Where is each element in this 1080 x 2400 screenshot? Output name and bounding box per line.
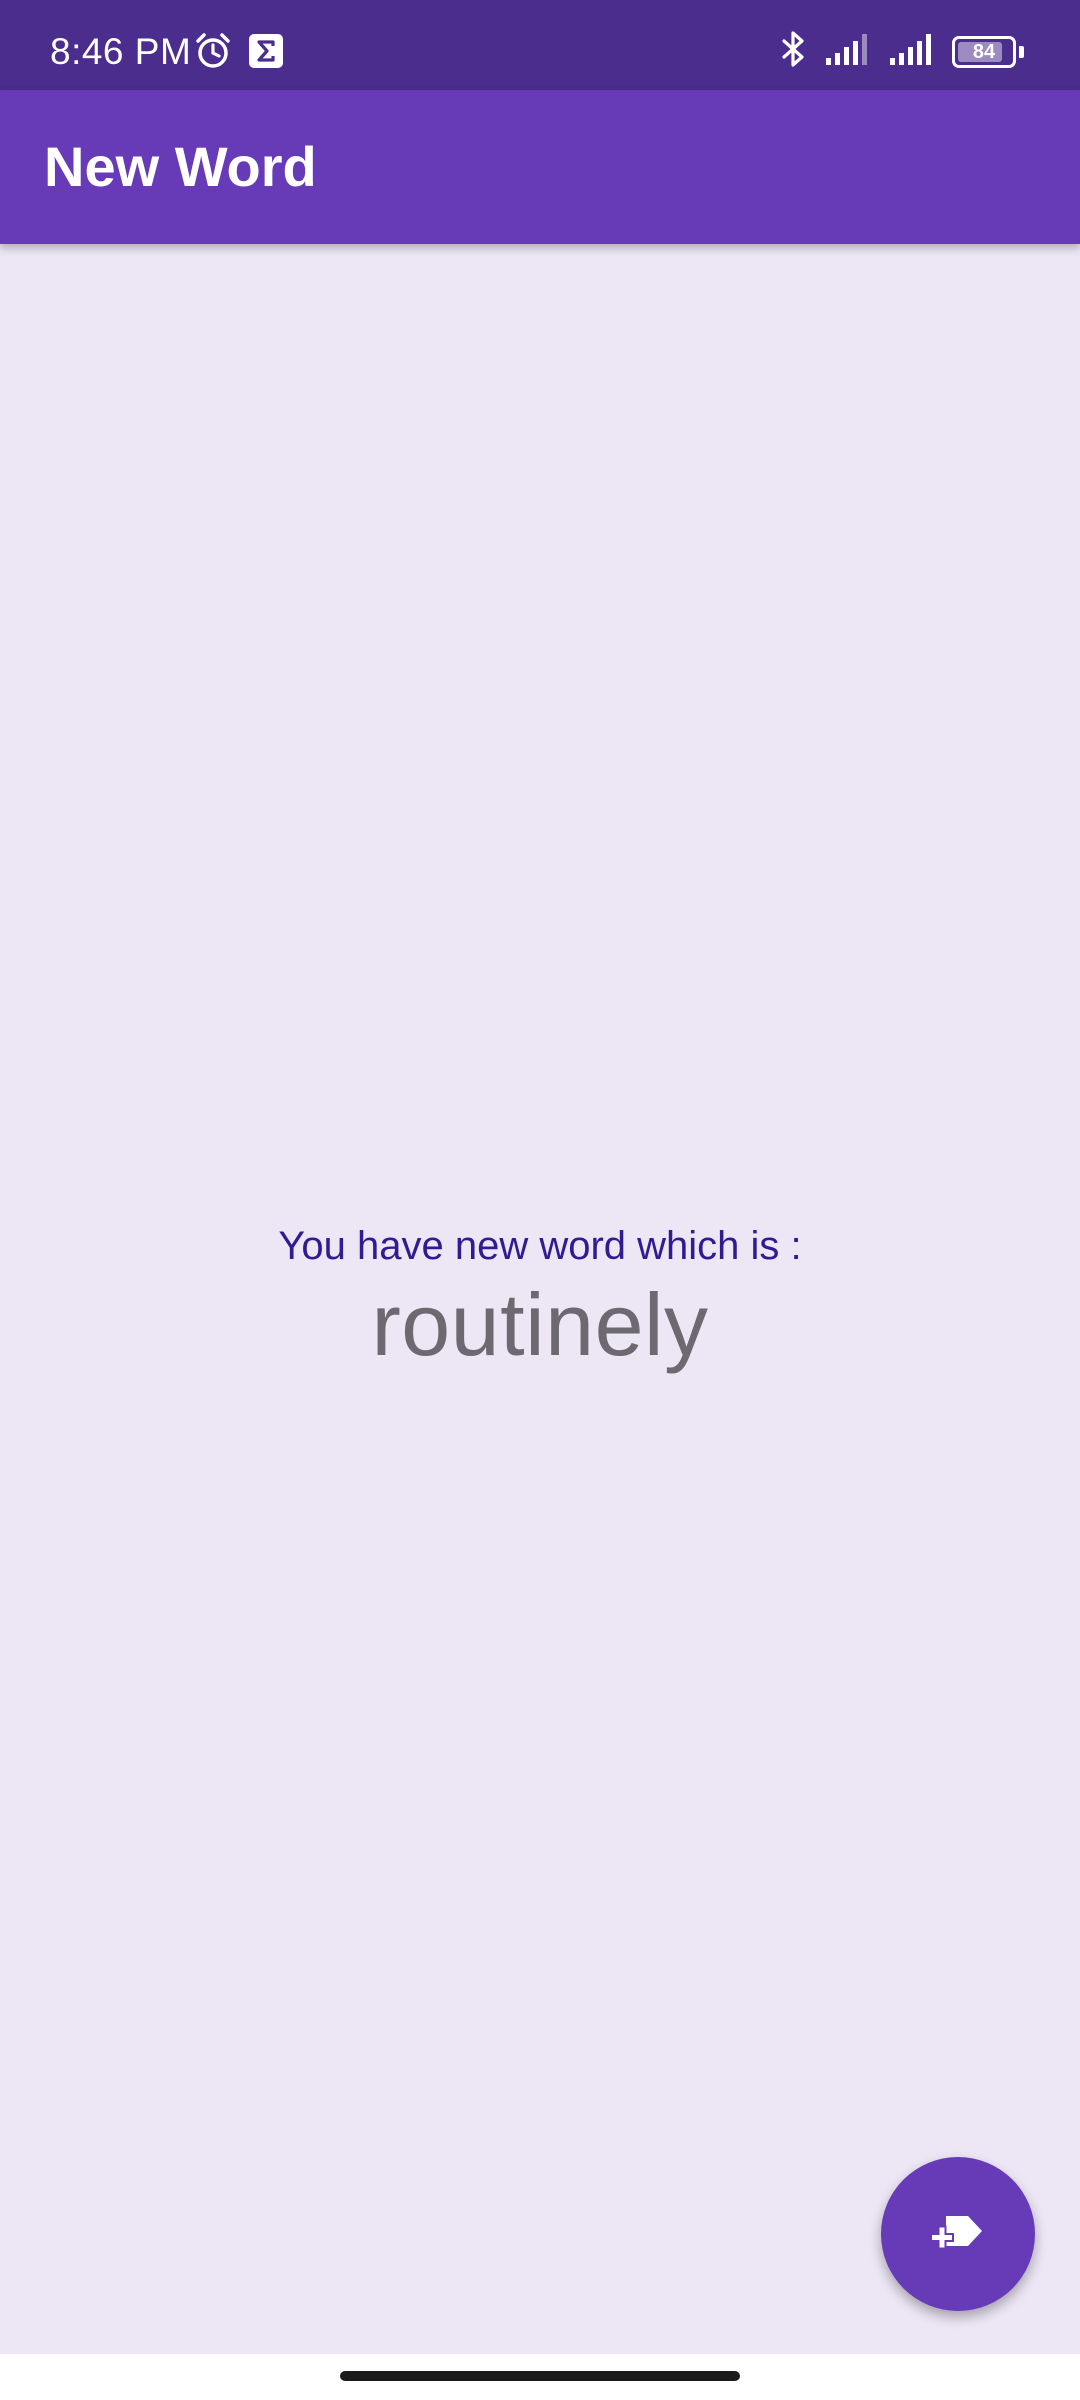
- battery-level: 84: [972, 40, 996, 63]
- new-word-message: You have new word which is :: [278, 1224, 802, 1268]
- add-word-fab[interactable]: [881, 2157, 1035, 2311]
- status-right-icons: 84: [780, 30, 1024, 73]
- app-bar: New Word: [0, 90, 1080, 244]
- signal-icon: [824, 32, 872, 71]
- status-bar: 8:46 PM 84: [0, 0, 1080, 90]
- new-word-text: routinely: [371, 1275, 709, 1374]
- alarm-icon: [194, 32, 232, 75]
- battery-tip: [1019, 45, 1024, 58]
- main-content: You have new word which is : routinely: [0, 244, 1080, 2354]
- page-title: New Word: [44, 135, 317, 198]
- status-time: 8:46 PM: [50, 31, 192, 72]
- bluetooth-icon: [780, 30, 808, 73]
- status-left-icons: [194, 32, 284, 75]
- add-label-icon: [930, 2210, 986, 2259]
- screen: 8:46 PM 84 New Word You have new word wh…: [0, 0, 1080, 2400]
- sigma-app-icon: [248, 33, 284, 74]
- signal-icon: [888, 32, 936, 71]
- gesture-nav-area: [0, 2354, 1080, 2400]
- battery-icon: 84: [952, 35, 1016, 68]
- home-gesture-bar[interactable]: [340, 2371, 740, 2381]
